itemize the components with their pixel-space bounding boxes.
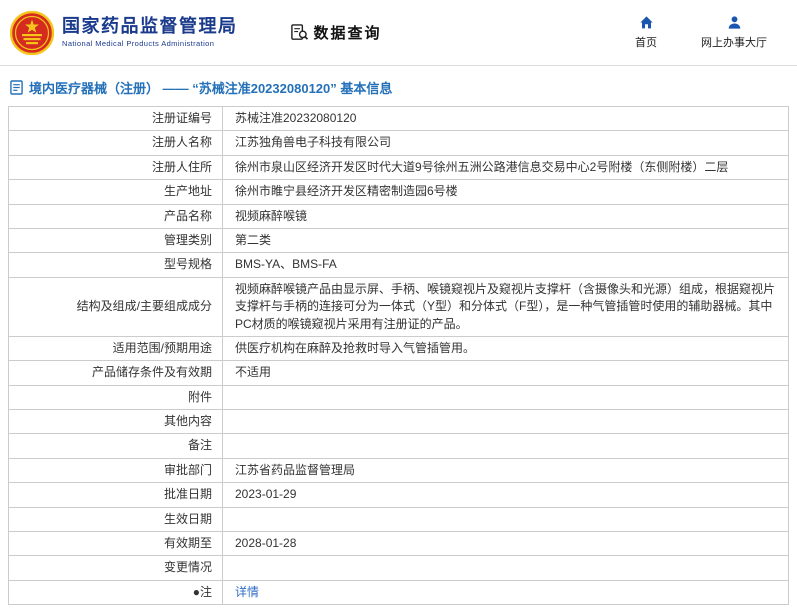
- row-value: 视频麻醉喉镜: [223, 204, 789, 228]
- table-row: 附件: [9, 385, 789, 409]
- brand-text: 国家药品监督管理局 National Medical Products Admi…: [62, 16, 238, 48]
- table-row: 批准日期2023-01-29: [9, 483, 789, 507]
- detail-link[interactable]: 详情: [235, 585, 259, 599]
- national-emblem-icon: [10, 11, 54, 55]
- org-name-cn: 国家药品监督管理局: [62, 16, 238, 37]
- row-value: 江苏省药品监督管理局: [223, 458, 789, 482]
- row-value: 苏械注准20232080120: [223, 107, 789, 131]
- row-label: 注册人名称: [9, 131, 223, 155]
- site-header: 国家药品监督管理局 National Medical Products Admi…: [0, 0, 797, 66]
- brand[interactable]: 国家药品监督管理局 National Medical Products Admi…: [10, 11, 238, 55]
- row-value: 视频麻醉喉镜产品由显示屏、手柄、喉镜窥视片及窥视片支撑杆（含摄像头和光源）组成，…: [223, 277, 789, 336]
- top-nav: 首页 网上办事大厅: [635, 15, 767, 50]
- table-row: 审批部门江苏省药品监督管理局: [9, 458, 789, 482]
- row-label: 有效期至: [9, 532, 223, 556]
- info-table: 注册证编号苏械注准20232080120注册人名称江苏独角兽电子科技有限公司注册…: [8, 106, 789, 605]
- row-value: 2028-01-28: [223, 532, 789, 556]
- table-row: 有效期至2028-01-28: [9, 532, 789, 556]
- table-row: 注册人住所徐州市泉山区经济开发区时代大道9号徐州五洲公路港信息交易中心2号附楼（…: [9, 155, 789, 179]
- table-row: 适用范围/预期用途供医疗机构在麻醉及抢救时导入气管插管用。: [9, 336, 789, 360]
- page-title: 境内医疗器械（注册） —— “苏械注准20232080120” 基本信息: [0, 66, 797, 106]
- table-row: 注册人名称江苏独角兽电子科技有限公司: [9, 131, 789, 155]
- table-row: 其他内容: [9, 410, 789, 434]
- row-label: 产品名称: [9, 204, 223, 228]
- row-value: 不适用: [223, 361, 789, 385]
- page-title-text: 境内医疗器械（注册） —— “苏械注准20232080120” 基本信息: [29, 78, 392, 97]
- nav-home[interactable]: 首页: [635, 15, 657, 50]
- data-query-section: 数据查询: [290, 22, 382, 43]
- row-value: BMS-YA、BMS-FA: [223, 253, 789, 277]
- row-label: 变更情况: [9, 556, 223, 580]
- row-label: ●注: [9, 580, 223, 604]
- table-row: 生效日期: [9, 507, 789, 531]
- row-label: 注册人住所: [9, 155, 223, 179]
- row-label: 结构及组成/主要组成成分: [9, 277, 223, 336]
- nav-service-hall-label: 网上办事大厅: [701, 34, 767, 50]
- row-label: 适用范围/预期用途: [9, 336, 223, 360]
- row-label: 批准日期: [9, 483, 223, 507]
- table-row: 型号规格BMS-YA、BMS-FA: [9, 253, 789, 277]
- row-label: 其他内容: [9, 410, 223, 434]
- table-row: 产品储存条件及有效期不适用: [9, 361, 789, 385]
- data-query-icon: [290, 23, 309, 42]
- row-label: 生效日期: [9, 507, 223, 531]
- nav-service-hall[interactable]: 网上办事大厅: [701, 15, 767, 50]
- row-value: 2023-01-29: [223, 483, 789, 507]
- row-label: 注册证编号: [9, 107, 223, 131]
- row-value: 供医疗机构在麻醉及抢救时导入气管插管用。: [223, 336, 789, 360]
- row-value: [223, 507, 789, 531]
- row-label: 管理类别: [9, 228, 223, 252]
- row-label: 生产地址: [9, 180, 223, 204]
- document-icon: [10, 80, 23, 95]
- row-value: [223, 410, 789, 434]
- row-label: 备注: [9, 434, 223, 458]
- data-query-label: 数据查询: [314, 22, 382, 43]
- table-row: 结构及组成/主要组成成分视频麻醉喉镜产品由显示屏、手柄、喉镜窥视片及窥视片支撑杆…: [9, 277, 789, 336]
- row-value: [223, 434, 789, 458]
- row-label: 型号规格: [9, 253, 223, 277]
- table-row: 产品名称视频麻醉喉镜: [9, 204, 789, 228]
- row-value: 第二类: [223, 228, 789, 252]
- home-icon: [639, 15, 654, 30]
- row-value: 徐州市泉山区经济开发区时代大道9号徐州五洲公路港信息交易中心2号附楼（东侧附楼）…: [223, 155, 789, 179]
- page-root: 国家药品监督管理局 National Medical Products Admi…: [0, 0, 797, 609]
- person-icon: [727, 15, 742, 30]
- row-label: 产品储存条件及有效期: [9, 361, 223, 385]
- table-row: 变更情况: [9, 556, 789, 580]
- table-row: ●注详情: [9, 580, 789, 604]
- table-row: 注册证编号苏械注准20232080120: [9, 107, 789, 131]
- row-label: 附件: [9, 385, 223, 409]
- row-label: 审批部门: [9, 458, 223, 482]
- nav-home-label: 首页: [635, 34, 657, 50]
- table-row: 备注: [9, 434, 789, 458]
- org-name-en: National Medical Products Administration: [62, 40, 238, 49]
- row-value: 江苏独角兽电子科技有限公司: [223, 131, 789, 155]
- info-table-body: 注册证编号苏械注准20232080120注册人名称江苏独角兽电子科技有限公司注册…: [9, 107, 789, 605]
- table-wrap: 注册证编号苏械注准20232080120注册人名称江苏独角兽电子科技有限公司注册…: [0, 106, 797, 609]
- table-row: 管理类别第二类: [9, 228, 789, 252]
- row-value: 详情: [223, 580, 789, 604]
- row-value: [223, 556, 789, 580]
- row-value: [223, 385, 789, 409]
- row-value: 徐州市睢宁县经济开发区精密制造园6号楼: [223, 180, 789, 204]
- table-row: 生产地址徐州市睢宁县经济开发区精密制造园6号楼: [9, 180, 789, 204]
